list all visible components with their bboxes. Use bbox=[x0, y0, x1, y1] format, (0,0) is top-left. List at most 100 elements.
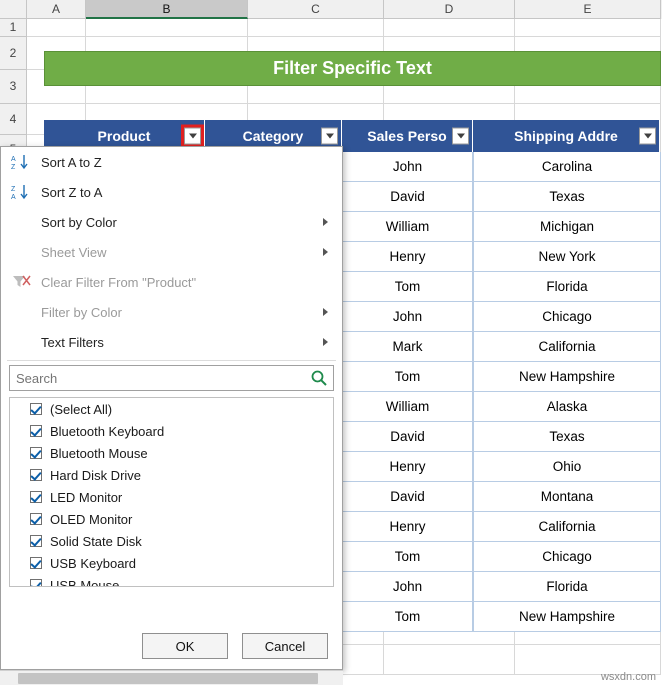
filter-button-product[interactable] bbox=[184, 128, 201, 145]
filter-list-item[interactable]: OLED Monitor bbox=[10, 508, 333, 530]
column-header-b[interactable]: B bbox=[86, 0, 248, 19]
menu-item-sort-a-to-z[interactable]: AZSort A to Z bbox=[1, 147, 342, 177]
cell-sales-person[interactable]: Tom bbox=[342, 272, 473, 302]
filter-list-item[interactable]: (Select All) bbox=[10, 398, 333, 420]
row-header-4[interactable]: 4 bbox=[0, 104, 27, 135]
cell-sales-person[interactable]: Tom bbox=[342, 362, 473, 392]
chevron-down-icon bbox=[326, 134, 334, 139]
filter-button-shipping-address[interactable] bbox=[639, 128, 656, 145]
search-input-wrapper[interactable] bbox=[9, 365, 334, 391]
filter-list-item-label: LED Monitor bbox=[50, 490, 122, 505]
cell-sales-person[interactable]: David bbox=[342, 482, 473, 512]
cell-sales-person[interactable]: Tom bbox=[342, 542, 473, 572]
cell-sales-person[interactable]: Henry bbox=[342, 452, 473, 482]
cell-sales-person[interactable]: John bbox=[342, 572, 473, 602]
filter-checkbox-list[interactable]: (Select All) Bluetooth Keyboard Bluetooth … bbox=[9, 397, 334, 587]
svg-text:Z: Z bbox=[11, 164, 16, 171]
column-header-e[interactable]: E bbox=[515, 0, 661, 19]
table-header-sales-person-label: Sales Perso bbox=[367, 128, 446, 144]
cell-sales-person[interactable]: Mark bbox=[342, 332, 473, 362]
cell-shipping-address[interactable]: Chicago bbox=[473, 302, 661, 332]
filter-button-category[interactable] bbox=[321, 128, 338, 145]
scrollbar-thumb[interactable] bbox=[18, 673, 318, 684]
column-header-a[interactable]: A bbox=[27, 0, 86, 19]
checkbox-checked-icon[interactable] bbox=[30, 535, 42, 547]
cell-shipping-address[interactable]: New Hampshire bbox=[473, 362, 661, 392]
checkbox-checked-icon[interactable] bbox=[30, 513, 42, 525]
cell-sales-person[interactable]: John bbox=[342, 302, 473, 332]
cell-sales-person[interactable]: Tom bbox=[342, 602, 473, 632]
checkbox-checked-icon[interactable] bbox=[30, 447, 42, 459]
cell[interactable] bbox=[515, 19, 661, 37]
cell-sales-person[interactable]: John bbox=[342, 152, 473, 182]
cell[interactable] bbox=[27, 19, 86, 37]
filter-list-item[interactable]: Hard Disk Drive bbox=[10, 464, 333, 486]
filter-list-item[interactable]: Solid State Disk bbox=[10, 530, 333, 552]
table-header-sales-person: Sales Perso bbox=[342, 120, 473, 152]
menu-item-label: Text Filters bbox=[41, 335, 104, 350]
cell-sales-person[interactable]: David bbox=[342, 182, 473, 212]
cell-sales-person[interactable]: Henry bbox=[342, 242, 473, 272]
table-header-shipping-address-label: Shipping Addre bbox=[514, 128, 618, 144]
filter-list-item-label: Hard Disk Drive bbox=[50, 468, 141, 483]
column-header-c[interactable]: C bbox=[248, 0, 384, 19]
cell-shipping-address[interactable]: Florida bbox=[473, 272, 661, 302]
filter-menu-list: AZSort A to ZZASort Z to ASort by ColorS… bbox=[1, 147, 342, 357]
cell-shipping-address[interactable]: New Hampshire bbox=[473, 602, 661, 632]
cell[interactable] bbox=[86, 19, 248, 37]
sort-az-icon: AZ bbox=[9, 151, 33, 173]
cell-shipping-address[interactable]: Carolina bbox=[473, 152, 661, 182]
filter-button-sales-person[interactable] bbox=[452, 128, 469, 145]
cell-shipping-address[interactable]: Texas bbox=[473, 182, 661, 212]
menu-item-text-filters[interactable]: Text Filters bbox=[1, 327, 342, 357]
cell-sales-person[interactable]: David bbox=[342, 422, 473, 452]
chevron-down-icon bbox=[189, 134, 197, 139]
cell[interactable] bbox=[248, 19, 384, 37]
menu-item-sort-z-to-a[interactable]: ZASort Z to A bbox=[1, 177, 342, 207]
cell-shipping-address[interactable]: California bbox=[473, 332, 661, 362]
chevron-right-icon bbox=[323, 338, 328, 346]
menu-item-label: Filter by Color bbox=[41, 305, 122, 320]
filter-list-item[interactable]: USB Keyboard bbox=[10, 552, 333, 574]
filter-list-item[interactable]: Bluetooth Mouse bbox=[10, 442, 333, 464]
checkbox-checked-icon[interactable] bbox=[30, 557, 42, 569]
cancel-button[interactable]: Cancel bbox=[242, 633, 328, 659]
cell-sales-person[interactable]: Henry bbox=[342, 512, 473, 542]
menu-item-sort-by-color[interactable]: Sort by Color bbox=[1, 207, 342, 237]
cell-sales-person[interactable]: William bbox=[342, 392, 473, 422]
cell-shipping-address[interactable]: Montana bbox=[473, 482, 661, 512]
checkbox-checked-icon[interactable] bbox=[30, 579, 42, 587]
cell-shipping-address[interactable]: Michigan bbox=[473, 212, 661, 242]
filter-list-item[interactable]: USB Mouse bbox=[10, 574, 333, 587]
menu-item-clear-filter-from-product: Clear Filter From "Product" bbox=[1, 267, 342, 297]
filter-list-item[interactable]: LED Monitor bbox=[10, 486, 333, 508]
horizontal-scrollbar[interactable] bbox=[0, 670, 343, 685]
row-header-1[interactable]: 1 bbox=[0, 19, 27, 37]
search-input[interactable] bbox=[10, 370, 333, 387]
checkbox-checked-icon[interactable] bbox=[30, 491, 42, 503]
cell-shipping-address[interactable]: Texas bbox=[473, 422, 661, 452]
chevron-down-icon bbox=[644, 134, 652, 139]
cell[interactable] bbox=[384, 645, 515, 675]
cell-shipping-address[interactable]: California bbox=[473, 512, 661, 542]
cell-shipping-address[interactable]: Florida bbox=[473, 572, 661, 602]
cell[interactable] bbox=[384, 19, 515, 37]
spreadsheet-grid: A B C D E 1 2 3 4 5 6 7 8 9 10 11 12 13 … bbox=[0, 0, 662, 685]
checkbox-checked-icon[interactable] bbox=[30, 425, 42, 437]
cell-shipping-address[interactable]: Alaska bbox=[473, 392, 661, 422]
cell-shipping-address[interactable]: Chicago bbox=[473, 542, 661, 572]
checkbox-checked-icon[interactable] bbox=[30, 403, 42, 415]
row-header-3[interactable]: 3 bbox=[0, 70, 27, 104]
row-header-2[interactable]: 2 bbox=[0, 37, 27, 70]
cell-shipping-address[interactable]: New York bbox=[473, 242, 661, 272]
ok-button[interactable]: OK bbox=[142, 633, 228, 659]
checkbox-checked-icon[interactable] bbox=[30, 469, 42, 481]
menu-item-sheet-view: Sheet View bbox=[1, 237, 342, 267]
select-all-corner[interactable] bbox=[0, 0, 27, 19]
chevron-right-icon bbox=[323, 248, 328, 256]
cell-sales-person[interactable]: William bbox=[342, 212, 473, 242]
filter-list-item[interactable]: Bluetooth Keyboard bbox=[10, 420, 333, 442]
cell-shipping-address[interactable]: Ohio bbox=[473, 452, 661, 482]
column-header-d[interactable]: D bbox=[384, 0, 515, 19]
filter-list-item-label: Bluetooth Keyboard bbox=[50, 424, 164, 439]
